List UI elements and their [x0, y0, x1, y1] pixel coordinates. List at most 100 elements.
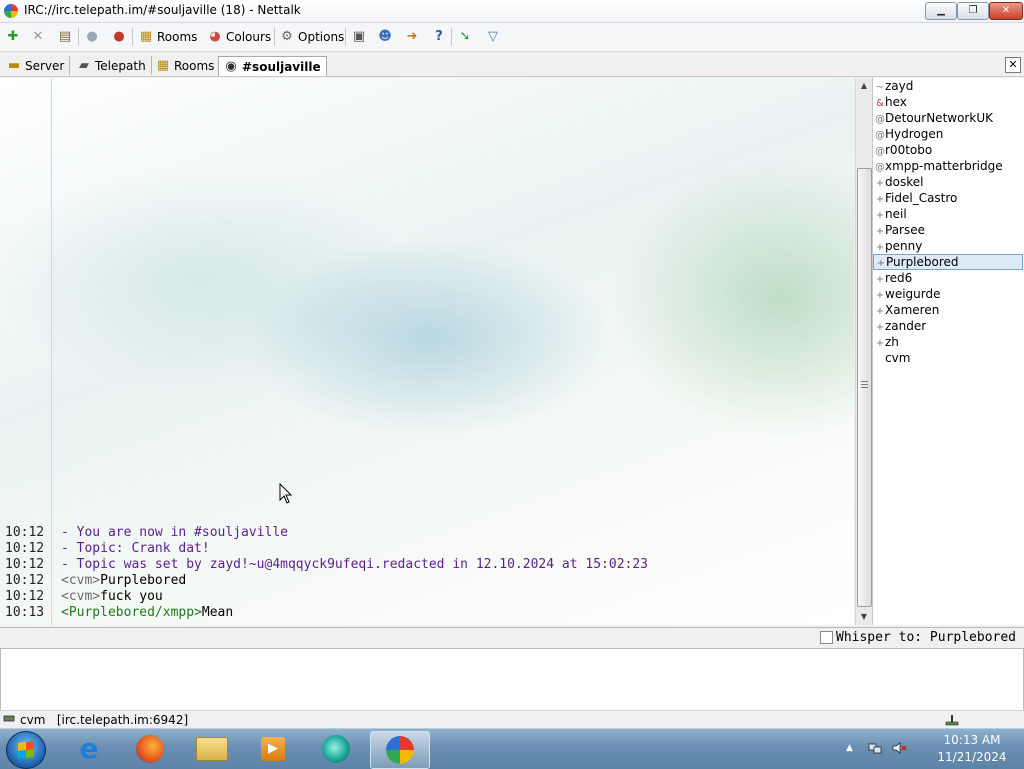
user-nick: Xameren: [885, 303, 940, 317]
colours-icon: ◕: [209, 29, 221, 44]
taskbar-app-nettalk[interactable]: [370, 731, 430, 769]
user-list-item[interactable]: @Hydrogen: [873, 126, 1024, 142]
user-list-item[interactable]: +Fidel_Castro: [873, 190, 1024, 206]
taskbar-app-green-circle[interactable]: [307, 731, 365, 767]
status-text: cvm [irc.telepath.im:6942]: [20, 713, 188, 727]
tab-bar: ▬ Server ▰ Telepath ▦ Rooms ◉ #souljavil…: [0, 54, 1024, 77]
tab-label: Server: [25, 58, 65, 73]
nettalk-app-icon[interactable]: [4, 4, 18, 18]
user-list-item[interactable]: @DetourNetworkUK: [873, 110, 1024, 126]
windows-logo-icon: [18, 741, 34, 759]
person-icon: ●: [86, 29, 98, 44]
message-nick[interactable]: <cvm>: [61, 573, 100, 588]
taskbar-app-media-player[interactable]: ▶: [244, 731, 302, 767]
maximize-button[interactable]: ❐: [957, 2, 989, 20]
user-nick: xmpp-matterbridge: [885, 159, 1003, 173]
user-list-item[interactable]: &hex: [873, 94, 1024, 110]
disconnect-icon: ✕: [32, 29, 44, 44]
users-button[interactable]: ☻: [377, 26, 393, 48]
taskbar-app-firefox[interactable]: [121, 731, 179, 767]
message-time: 10:12: [5, 589, 45, 604]
user-list-item[interactable]: +red6: [873, 270, 1024, 286]
tab-label: #souljaville: [242, 59, 321, 74]
rooms-button[interactable]: ▦ Rooms: [138, 26, 198, 48]
message-text: - Topic was set by zayd!~u@4mqqyck9ufeqi…: [61, 557, 648, 572]
options-button-label: Options: [298, 30, 345, 44]
disconnect-button[interactable]: ✕: [30, 26, 46, 48]
connection-status-icon: [3, 715, 15, 722]
toolbar-dropdown-button[interactable]: ▽: [485, 26, 501, 48]
chat-log[interactable]: 10:12 - You are now in #souljaville 10:12…: [0, 78, 854, 625]
start-button[interactable]: [6, 731, 46, 769]
user-list-item[interactable]: cvm: [873, 350, 1024, 366]
user-list-item[interactable]: +neil: [873, 206, 1024, 222]
tab-telepath[interactable]: ▰ Telepath: [72, 56, 152, 75]
user-list-item[interactable]: +Xameren: [873, 302, 1024, 318]
user-list-item[interactable]: +zh: [873, 334, 1024, 350]
firefox-icon: [136, 735, 164, 763]
title-bar: IRC://irc.telepath.im/#souljaville (18) …: [0, 0, 1024, 23]
message-time: 10:12: [5, 541, 45, 556]
taskbar-app-internet-explorer[interactable]: e: [60, 731, 118, 767]
user-list-item[interactable]: ~zayd: [873, 78, 1024, 94]
scrollbar-thumb[interactable]: [857, 168, 872, 607]
chat-message: 10:12 <cvm>Purplebored: [0, 573, 854, 589]
user-list-item[interactable]: @xmpp-matterbridge: [873, 158, 1024, 174]
user-list-item[interactable]: +weigurde: [873, 286, 1024, 302]
clock-date[interactable]: 11/21/2024: [930, 750, 1014, 764]
user-list-item[interactable]: @r00tobo: [873, 142, 1024, 158]
help-button[interactable]: ?: [431, 26, 447, 48]
scroll-up-arrow-icon[interactable]: ▲: [856, 78, 872, 94]
tab-souljaville[interactable]: ◉ #souljaville: [218, 56, 327, 76]
server-icon: ▬: [7, 57, 21, 73]
tab-server[interactable]: ▬ Server: [2, 56, 71, 75]
user-list-item[interactable]: +doskel: [873, 174, 1024, 190]
message-text: - Topic: Crank dat!: [61, 541, 210, 556]
user-nick: zander: [885, 319, 927, 333]
message-time: 10:12: [5, 573, 45, 588]
minimize-button[interactable]: ▁: [925, 2, 957, 20]
tab-label: Telepath: [95, 58, 146, 73]
taskbar-app-explorer[interactable]: [183, 731, 241, 767]
whisper-toggle[interactable]: Whisper to: Purplebored: [820, 630, 1016, 645]
scroll-down-arrow-icon[interactable]: ▼: [856, 609, 872, 625]
whisper-checkbox[interactable]: [820, 631, 833, 644]
colours-button[interactable]: ◕ Colours: [207, 26, 271, 48]
connect-button[interactable]: ✚: [5, 26, 21, 48]
user-list-item[interactable]: +penny: [873, 238, 1024, 254]
channel-list-icon: ▣: [352, 29, 366, 44]
export-button[interactable]: ➜: [404, 26, 420, 48]
message-time: 10:12: [5, 557, 45, 572]
show-hidden-icons-button[interactable]: ▲: [846, 743, 853, 753]
user-list-item[interactable]: +Parsee: [873, 222, 1024, 238]
user-nick: penny: [885, 239, 923, 253]
tab-rooms[interactable]: ▦ Rooms: [151, 56, 221, 75]
help-icon: ?: [435, 29, 443, 44]
message-nick[interactable]: <cvm>: [61, 589, 100, 604]
user-nick: r00tobo: [885, 143, 933, 157]
user-nick: hex: [885, 95, 907, 109]
message-nick[interactable]: <Purplebored/xmpp>: [61, 605, 202, 620]
volume-muted-icon[interactable]: [892, 741, 908, 755]
network-activity-icon: [945, 715, 959, 726]
close-tab-button[interactable]: ✕: [1005, 57, 1021, 73]
user-award-button[interactable]: ●: [111, 26, 127, 48]
clock-time[interactable]: 10:13 AM: [930, 733, 1014, 747]
message-text: Purplebored: [100, 573, 187, 588]
network-tray-icon[interactable]: [868, 741, 882, 755]
channel-list-button[interactable]: ▣: [351, 26, 367, 48]
gear-icon: ⚙: [281, 29, 293, 44]
message-input[interactable]: [0, 648, 1024, 711]
server-properties-button[interactable]: ▤: [57, 26, 73, 48]
toolbar: ✚ ✕ ▤ ● ● ▦ Rooms ◕ Colours ⚙ Options ▣ …: [0, 23, 1024, 52]
user-list-item-selected[interactable]: +Purplebored: [873, 254, 1023, 270]
user-list-item[interactable]: +zander: [873, 318, 1024, 334]
green-arrow-button[interactable]: ➘: [457, 26, 473, 48]
user-button[interactable]: ●: [84, 26, 100, 48]
options-button[interactable]: ⚙ Options: [279, 26, 344, 48]
media-player-icon: ▶: [261, 737, 285, 761]
user-nick: zh: [885, 335, 899, 349]
close-window-button[interactable]: ✕: [989, 2, 1023, 20]
chat-scrollbar[interactable]: ▲ ▼: [855, 78, 872, 625]
user-nick: Purplebored: [886, 255, 959, 269]
